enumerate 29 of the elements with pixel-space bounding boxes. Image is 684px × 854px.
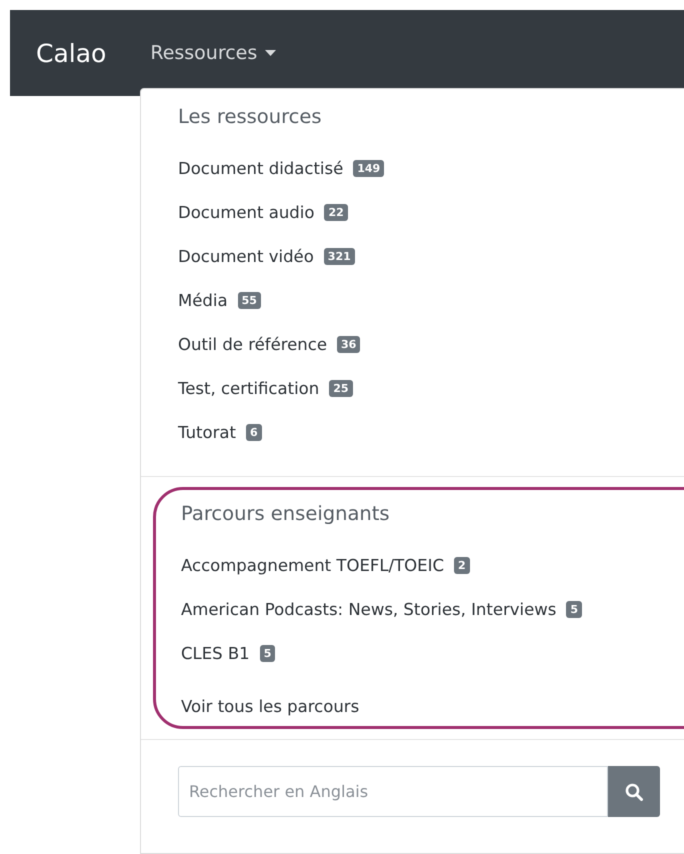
menu-item[interactable]: Document didactisé 149 — [178, 146, 684, 190]
menu-item[interactable]: Document audio 22 — [178, 190, 684, 234]
count-badge: 25 — [329, 380, 353, 396]
caret-icon — [265, 50, 276, 56]
count-badge: 2 — [454, 556, 470, 574]
brand-name[interactable]: Calao — [36, 38, 106, 68]
section-title: Parcours enseignants — [181, 502, 391, 525]
menu-item[interactable]: Document vidéo 321 — [178, 234, 684, 278]
menu-item[interactable]: Tutorat 6 — [178, 410, 684, 454]
menu-item[interactable]: Accompagnement TOEFL/TOEIC 2 — [181, 543, 684, 587]
resources-menu[interactable]: Ressources — [150, 42, 276, 64]
menu-item[interactable]: American Podcasts: News, Stories, Interviews 5 — [181, 587, 684, 631]
search-field[interactable]: Rechercher en Anglais — [178, 766, 608, 817]
count-badge: 36 — [336, 336, 360, 352]
count-badge: 6 — [246, 424, 262, 440]
count-badge: 55 — [238, 292, 261, 308]
count-badge: 321 — [324, 248, 355, 264]
menu-item[interactable]: Média 55 — [178, 278, 684, 322]
search-button[interactable] — [608, 766, 660, 817]
menu-item[interactable]: Test, certification 25 — [178, 366, 684, 410]
search-icon — [625, 782, 643, 800]
section-title: Les ressources — [178, 105, 323, 128]
see-all-link[interactable]: Voir tous les parcours — [181, 697, 684, 716]
menu-item[interactable]: CLES B1 5 — [181, 631, 684, 675]
menu-item[interactable]: Outil de référence 36 — [178, 322, 684, 366]
count-badge: 22 — [324, 204, 348, 220]
count-badge: 5 — [566, 600, 582, 618]
count-badge: 5 — [260, 644, 276, 662]
count-badge: 149 — [353, 160, 384, 176]
